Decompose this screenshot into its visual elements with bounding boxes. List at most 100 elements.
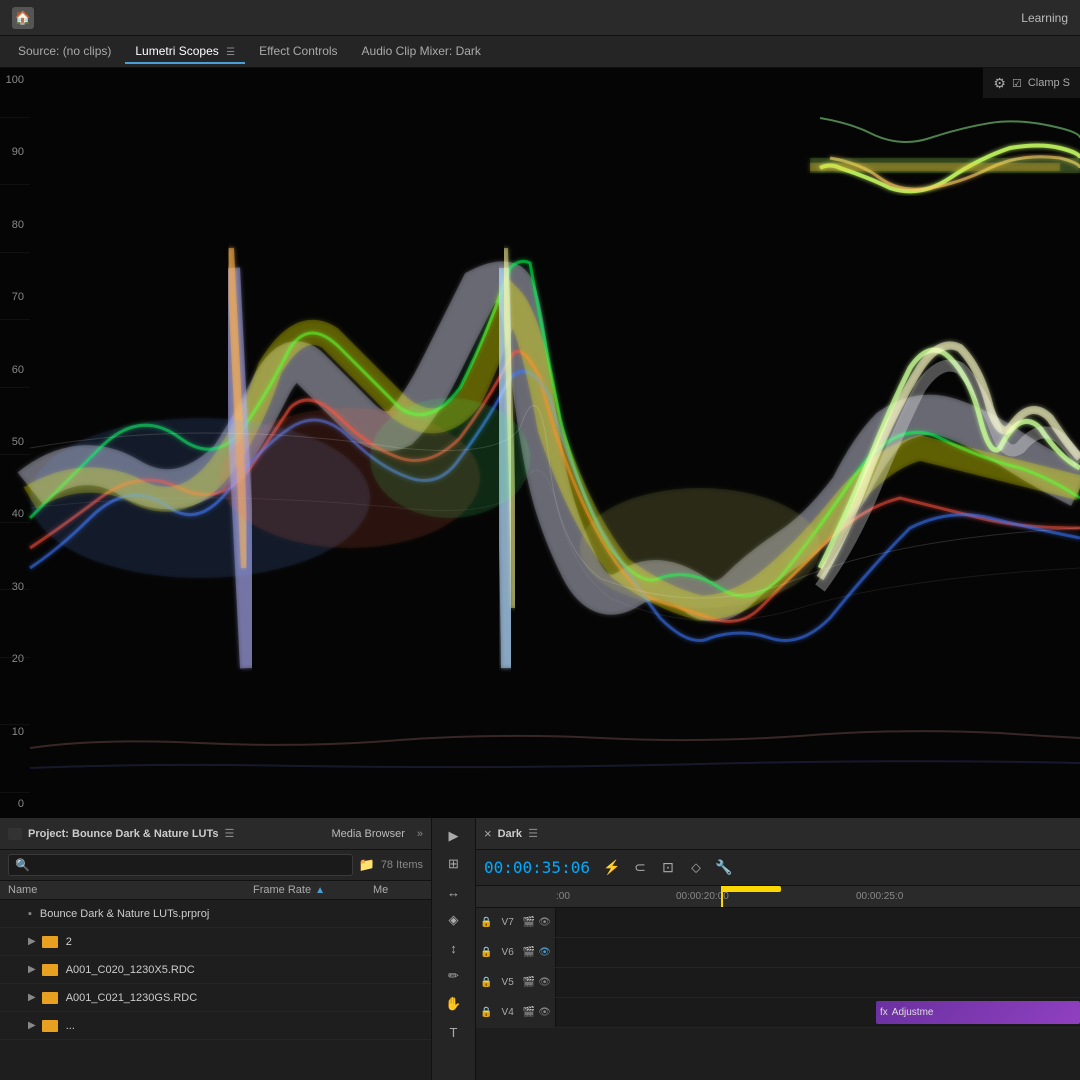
timeline-ruler: :00 00:00:20:00 00:00:25:0 [476, 886, 1080, 908]
snap-icon[interactable]: ⊂ [628, 856, 652, 880]
bottom-section: Project: Bounce Dark & Nature LUTs ☰ Med… [0, 818, 1080, 1080]
timecode-display[interactable]: 00:00:35:06 [484, 858, 590, 877]
slip-button[interactable]: ↕ [442, 936, 466, 960]
settings-wrench-icon[interactable]: 🔧 [712, 856, 736, 880]
timeline-tools-row: 00:00:35:06 ⚡ ⊂ ⊡ ⬦ 🔧 [476, 850, 1080, 886]
scope-area: 100 90 80 70 60 50 40 30 20 10 0 ⚙ ☑ Cla… [0, 68, 1080, 818]
file-name: ... [66, 1020, 423, 1032]
panel-menu-icon[interactable]: ☰ [225, 827, 235, 840]
fx-badge: fx [880, 1007, 888, 1018]
ruler-mark-2500: 00:00:25:0 [856, 891, 903, 902]
track-film-icon-v6[interactable]: 🎬 [523, 947, 535, 958]
timeline-tracks: 🔒 V7 🎬 👁 🔒 V6 🎬 👁 [476, 908, 1080, 1080]
columns-header: Name Frame Rate ▲ Me [0, 881, 431, 900]
clip-label: Adjustme [892, 1007, 934, 1018]
expand-arrow-icon[interactable]: ▶ [28, 936, 36, 947]
search-input[interactable] [34, 859, 346, 871]
track-row-v6: 🔒 V6 🎬 👁 [476, 938, 1080, 968]
timeline-name: Dark [498, 828, 522, 840]
folder-icon [42, 936, 58, 948]
track-lock-icon-v5[interactable]: 🔒 [480, 977, 492, 988]
track-label-v6: V6 [495, 947, 519, 958]
col-name-header: Name [8, 884, 253, 896]
timeline-close-button[interactable]: × [484, 826, 492, 841]
pen-button[interactable]: ✏ [442, 964, 466, 988]
track-film-icon-v4[interactable]: 🎬 [523, 1007, 535, 1018]
folder-icon [42, 1020, 58, 1032]
ripple-button[interactable]: ↔ [442, 880, 466, 904]
project-file-name: Bounce Dark & Nature LUTs.prproj [40, 908, 423, 920]
list-item[interactable]: ▶ 2 [0, 928, 431, 956]
search-box[interactable]: 🔍 [8, 854, 353, 876]
left-panel: Project: Bounce Dark & Nature LUTs ☰ Med… [0, 818, 432, 1080]
track-row-v4: 🔒 V4 🎬 👁 fx Adjustme [476, 998, 1080, 1028]
track-content-v7 [556, 908, 1080, 937]
timeline-menu-icon[interactable]: ☰ [528, 827, 538, 840]
top-bar-left: 🏠 [12, 7, 34, 29]
left-panel-toolbar: 🔍 📁 78 Items [0, 850, 431, 881]
track-eye-icon-v4[interactable]: 👁 [538, 1007, 551, 1018]
tab-effect-controls[interactable]: Effect Controls [249, 40, 347, 64]
track-clip-v4[interactable]: fx Adjustme [876, 1001, 1080, 1024]
track-content-v6 [556, 938, 1080, 967]
timeline-tools-strip: ▶ ⊞ ↔ ◈ ↕ ✏ ✋ T [432, 818, 476, 1080]
track-lock-icon-v7[interactable]: 🔒 [480, 917, 492, 928]
play-button[interactable]: ▶ [442, 824, 466, 848]
file-name: A001_C020_1230X5.RDC [66, 964, 245, 976]
track-lock-icon-v4[interactable]: 🔒 [480, 1007, 492, 1018]
list-item[interactable]: ▶ A001_C021_1230GS.RDC [0, 984, 431, 1012]
folder-icon [42, 964, 58, 976]
left-panel-header: Project: Bounce Dark & Nature LUTs ☰ Med… [0, 818, 431, 850]
expand-arrow-icon[interactable]: ▶ [28, 992, 36, 1003]
track-label-v5: V5 [495, 977, 519, 988]
tab-source[interactable]: Source: (no clips) [8, 40, 121, 64]
tab-audio-clip-mixer[interactable]: Audio Clip Mixer: Dark [352, 40, 491, 64]
tab-lumetri[interactable]: Lumetri Scopes ☰ [125, 40, 245, 64]
timeline-header: × Dark ☰ [476, 818, 1080, 850]
scope-clamp-bar: ⚙ ☑ Clamp S [983, 68, 1080, 98]
media-browser-button[interactable]: Media Browser [326, 826, 411, 842]
track-label-v4: V4 [495, 1007, 519, 1018]
home-button[interactable]: 🏠 [12, 7, 34, 29]
learning-label: Learning [1021, 11, 1068, 25]
hand-button[interactable]: ✋ [442, 992, 466, 1016]
project-title: Project: Bounce Dark & Nature LUTs [28, 828, 219, 840]
project-file-row[interactable]: ▪ Bounce Dark & Nature LUTs.prproj [0, 900, 431, 928]
list-item[interactable]: ▶ ... [0, 1012, 431, 1040]
track-eye-icon-v5[interactable]: 👁 [538, 977, 551, 988]
project-file-icon: ▪ [28, 908, 32, 920]
col-framerate-header[interactable]: Frame Rate ▲ [253, 884, 373, 896]
search-icon: 🔍 [15, 858, 30, 872]
track-row-v7: 🔒 V7 🎬 👁 [476, 908, 1080, 938]
track-eye-icon-v7[interactable]: 👁 [538, 917, 551, 928]
playhead-marker [721, 886, 781, 892]
top-bar: 🏠 Learning [0, 0, 1080, 36]
expand-arrow-icon[interactable]: ▶ [28, 964, 36, 975]
new-folder-icon[interactable]: 📁 [359, 857, 375, 873]
items-count: 78 Items [381, 859, 423, 871]
track-row-v5: 🔒 V5 🎬 👁 [476, 968, 1080, 998]
tab-menu-icon[interactable]: ☰ [226, 47, 235, 58]
track-film-icon-v5[interactable]: 🎬 [523, 977, 535, 988]
ripple-edit-icon[interactable]: ⚡ [600, 856, 624, 880]
storyboard-button[interactable]: ⊞ [442, 852, 466, 876]
expand-arrow-icon[interactable]: ▶ [28, 1020, 36, 1031]
expand-arrows-icon[interactable]: » [417, 828, 423, 840]
list-item[interactable]: ▶ A001_C020_1230X5.RDC [0, 956, 431, 984]
file-list: ▪ Bounce Dark & Nature LUTs.prproj ▶ 2 ▶… [0, 900, 431, 1080]
scope-settings-icon[interactable]: ⚙ [993, 75, 1006, 92]
razor-button[interactable]: ◈ [442, 908, 466, 932]
linked-select-icon[interactable]: ⊡ [656, 856, 680, 880]
track-film-icon-v7[interactable]: 🎬 [523, 917, 535, 928]
track-lock-icon-v6[interactable]: 🔒 [480, 947, 492, 958]
track-controls-v6: 🔒 V6 🎬 👁 [476, 938, 556, 967]
scope-clamp-checkbox[interactable]: ☑ [1012, 77, 1022, 90]
text-button[interactable]: T [442, 1020, 466, 1044]
track-eye-icon-v6[interactable]: 👁 [538, 947, 551, 958]
sort-arrow-icon: ▲ [315, 885, 325, 896]
track-content-v4: fx Adjustme [556, 998, 1080, 1027]
track-content-v5 [556, 968, 1080, 997]
panel-folder-icon [8, 828, 22, 840]
ruler-mark-00: :00 [556, 891, 570, 902]
marker-icon[interactable]: ⬦ [684, 856, 708, 880]
